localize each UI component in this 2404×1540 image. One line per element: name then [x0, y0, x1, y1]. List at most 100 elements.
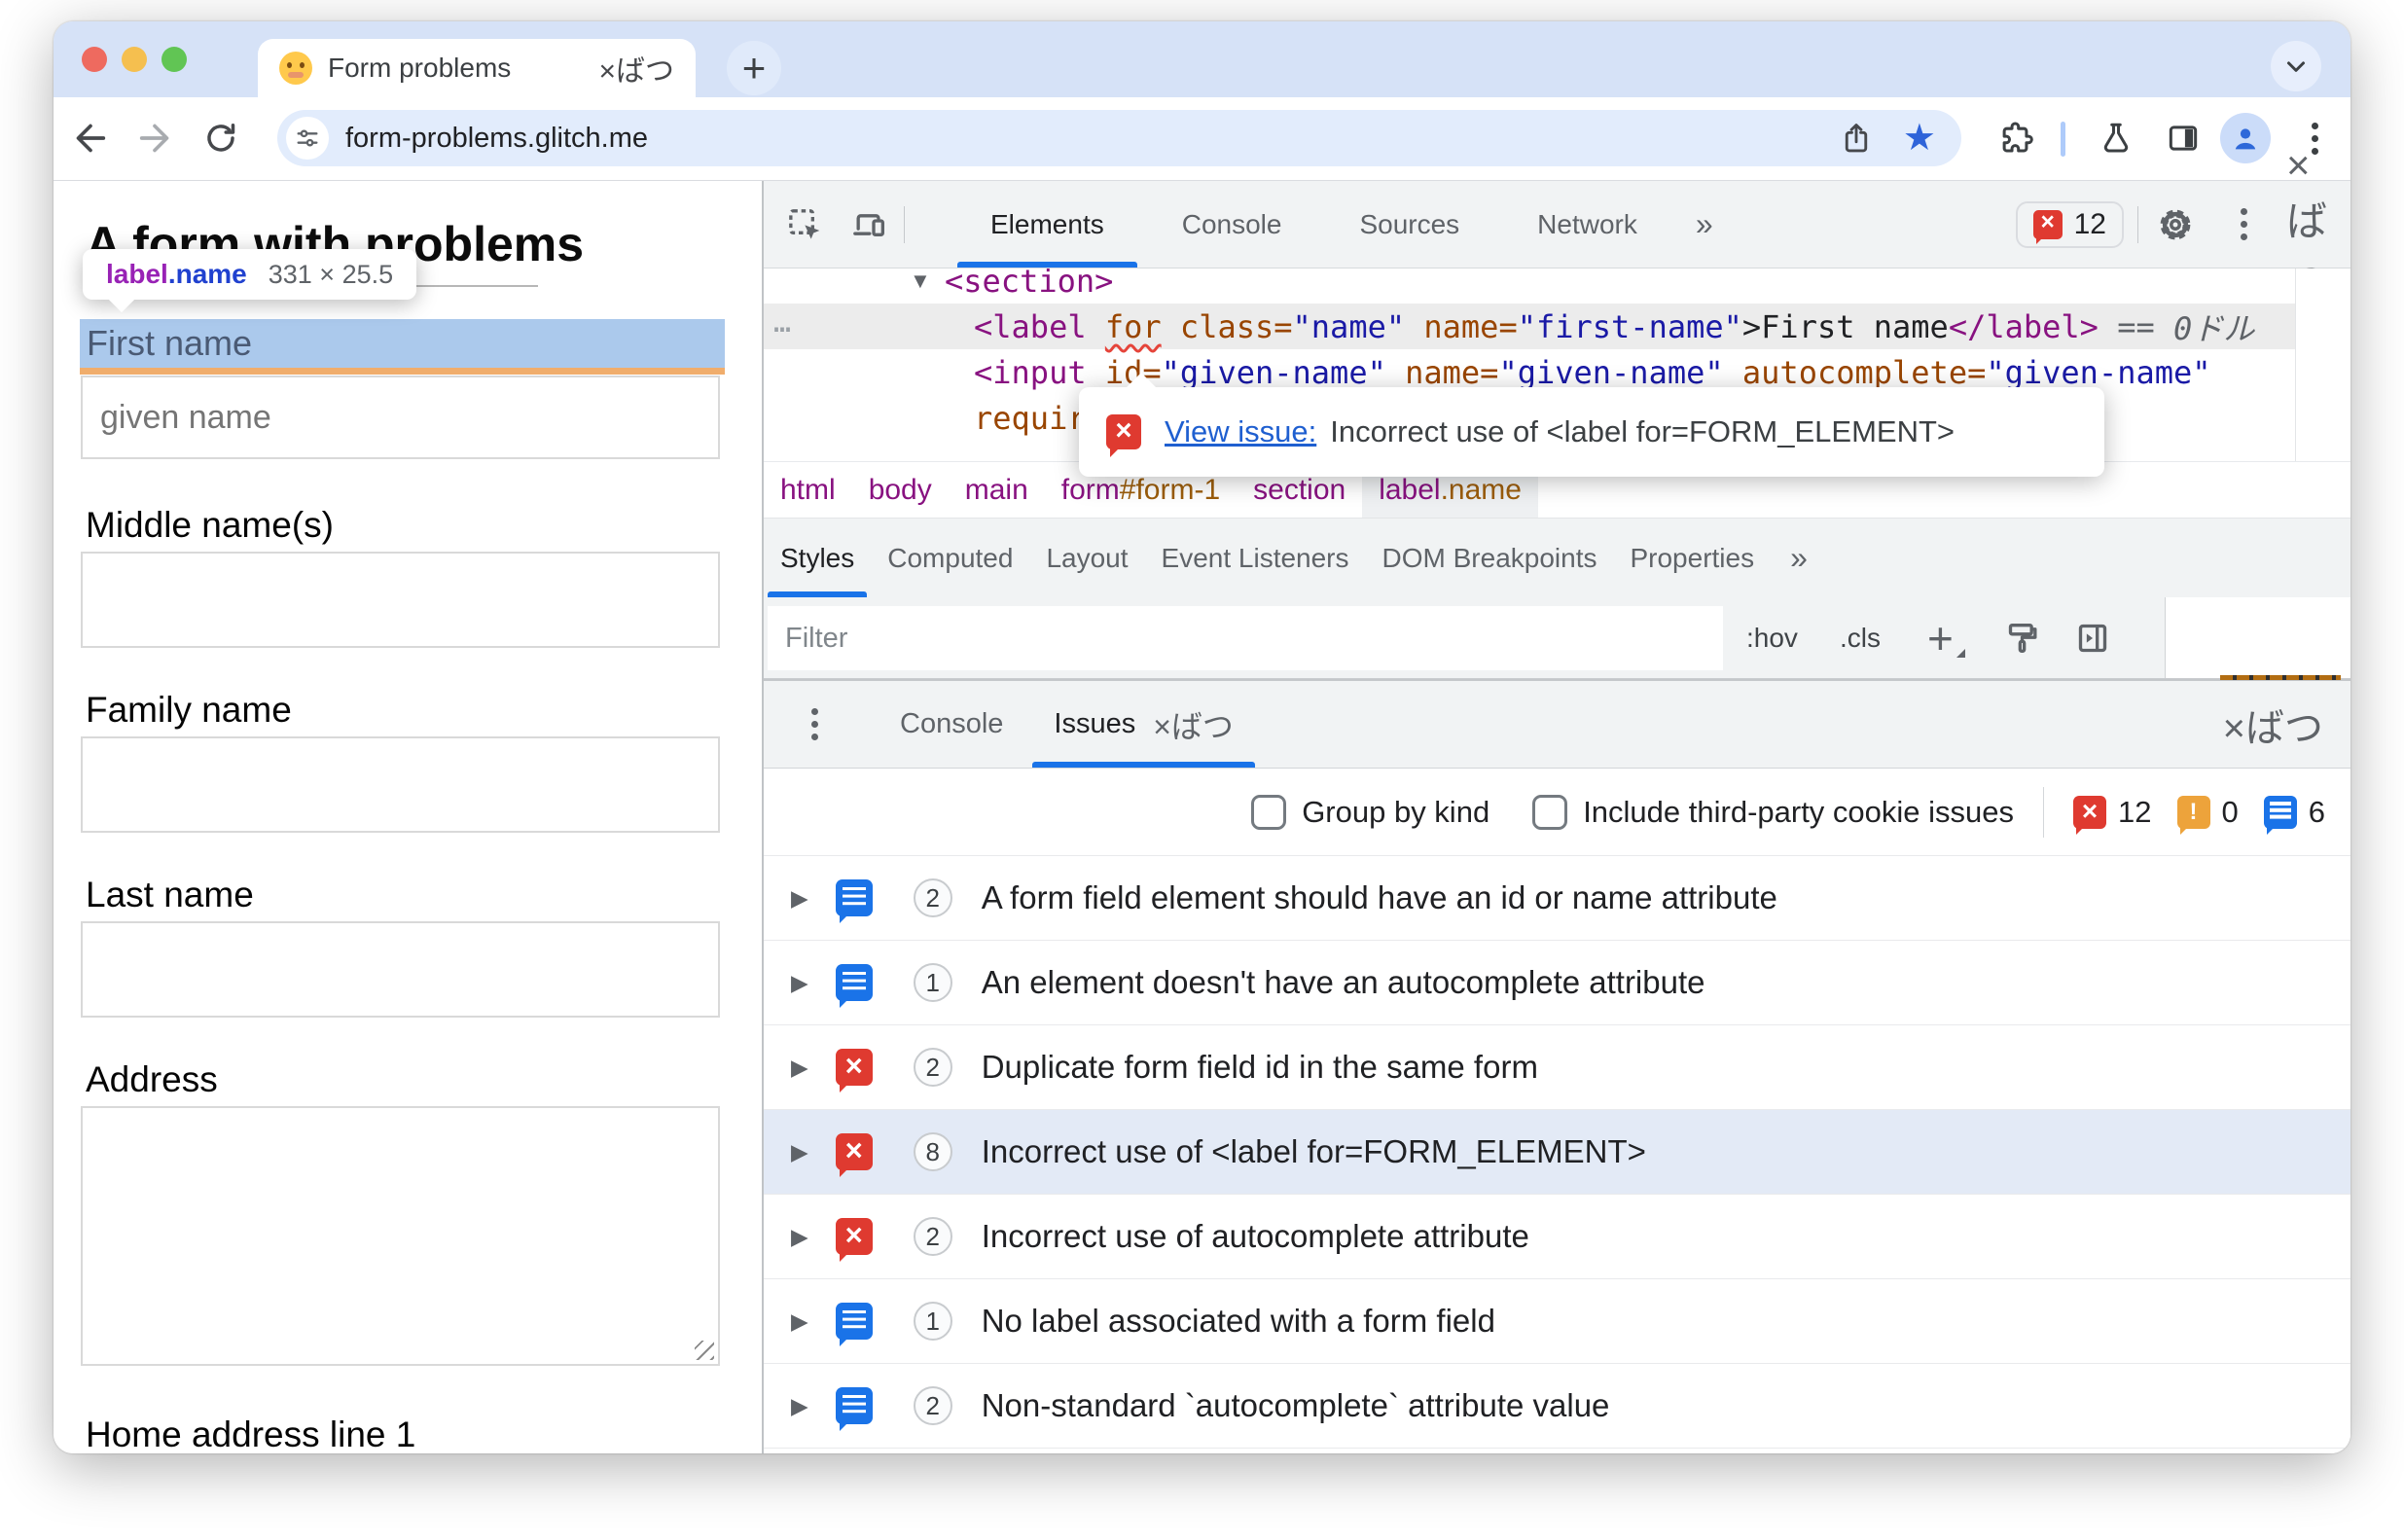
side-panel-icon[interactable] [2164, 119, 2203, 158]
issue-row[interactable]: ▶ 1 An element doesn't have an autocompl… [764, 941, 2350, 1025]
rendering-brush-icon[interactable] [2001, 617, 2044, 660]
info-bubble-icon [835, 964, 873, 1009]
issues-toolbar: Group by kind Include third-party cookie… [764, 769, 2350, 856]
issue-row[interactable]: ▶ 2 A form field element should have an … [764, 856, 2350, 941]
orange-dashed-indicator [2220, 675, 2341, 680]
tab-elements[interactable]: Elements [951, 181, 1143, 268]
devtools-toolbar: Elements Console Sources Network » 12 ×ば… [764, 142, 2350, 304]
flask-icon[interactable] [2097, 119, 2135, 158]
error-bubble-icon [835, 1218, 873, 1263]
breadcrumb-main[interactable]: main [949, 462, 1045, 518]
new-tab-button[interactable]: + [727, 41, 781, 95]
bookmark-star-icon[interactable]: ★ [1903, 120, 1936, 157]
screenshot-root: Form problems ×ばつ + form-problems.glitch… [0, 0, 2404, 1540]
error-bubble-icon [2073, 795, 2107, 836]
settings-gear-icon[interactable] [2154, 203, 2197, 246]
toggle-class-button[interactable]: .cls [1840, 597, 1881, 679]
tab-event-listeners[interactable]: Event Listeners [1145, 519, 1366, 597]
info-bubble-icon [835, 879, 873, 924]
textarea-resize-grip[interactable] [695, 1341, 714, 1360]
tab-computed[interactable]: Computed [871, 519, 1029, 597]
back-button[interactable] [71, 119, 110, 158]
expand-caret-icon[interactable]: ▶ [791, 1224, 808, 1250]
browser-tab[interactable]: Form problems ×ばつ [258, 39, 696, 97]
site-settings-icon[interactable] [286, 117, 329, 160]
reload-button[interactable] [201, 119, 240, 158]
tab-close-icon[interactable]: ×ばつ [598, 47, 674, 90]
group-by-kind-checkbox[interactable] [1251, 794, 1287, 830]
profile-avatar[interactable] [2220, 113, 2271, 163]
tab-layout[interactable]: Layout [1029, 519, 1144, 597]
extensions-icon[interactable] [1996, 119, 2035, 158]
tab-sources[interactable]: Sources [1320, 181, 1498, 268]
issue-row[interactable]: ▶ 1 No label associated with a form fiel… [764, 1279, 2350, 1364]
tab-console[interactable]: Console [1143, 181, 1321, 268]
browser-window: Form problems ×ばつ + form-problems.glitch… [54, 21, 2350, 1453]
node-menu-ellipsis-icon[interactable]: … [773, 305, 793, 340]
toggle-hover-state-button[interactable]: :hov [1746, 597, 1798, 679]
expand-caret-icon[interactable]: ▶ [791, 1308, 808, 1335]
styles-filter-input[interactable] [768, 606, 1723, 670]
styles-filter-bar: :hov .cls + [764, 597, 2350, 680]
expand-caret-icon[interactable]: ▶ [791, 1139, 808, 1165]
more-tabs-icon[interactable]: » [1676, 181, 1733, 268]
forward-button[interactable] [135, 119, 174, 158]
expand-caret-icon[interactable]: ▶ [791, 885, 808, 912]
expand-caret-icon[interactable]: ▶ [791, 1055, 808, 1081]
expand-caret-icon[interactable]: ▶ [791, 970, 808, 996]
web-page: A form with problems First name Middle n… [54, 181, 762, 1453]
dom-node-label-selected[interactable]: … <label for class= "name" name= "first-nam… [764, 304, 2350, 349]
devtools-tabs: Elements Console Sources Network » [951, 181, 1733, 268]
device-toolbar-icon[interactable] [847, 203, 890, 246]
issue-row[interactable]: ▶ 2 Duplicate form field id in the same … [764, 1025, 2350, 1110]
for-attribute-with-issue[interactable]: for [1105, 308, 1162, 345]
minimize-window-button[interactable] [122, 47, 147, 72]
elements-scrollbar-gutter[interactable] [2295, 269, 2350, 461]
close-window-button[interactable] [82, 47, 107, 72]
share-icon[interactable] [1839, 121, 1874, 156]
view-issue-link[interactable]: View issue: [1165, 414, 1316, 449]
middle-name-input[interactable] [81, 552, 720, 648]
toolbar-divider [2061, 122, 2065, 157]
tab-dom-breakpoints[interactable]: DOM Breakpoints [1366, 519, 1614, 597]
drawer-tab-console[interactable]: Console [875, 681, 1028, 768]
breadcrumb-html[interactable]: html [764, 462, 852, 518]
tab-strip: Form problems ×ばつ + [54, 21, 2350, 97]
first-name-input[interactable] [81, 376, 720, 459]
window-content: A form with problems First name Middle n… [54, 142, 2350, 1453]
expand-caret-icon[interactable]: ▶ [791, 1393, 808, 1419]
address-bar[interactable]: form-problems.glitch.me ★ [277, 110, 1961, 166]
issue-row[interactable]: ▶ 2 Incorrect use of autocomplete attrib… [764, 1195, 2350, 1279]
close-issues-tab-icon[interactable]: ×ばつ [1153, 702, 1234, 747]
address-textarea[interactable] [81, 1106, 720, 1366]
issues-counter-button[interactable]: 12 [2015, 200, 2124, 248]
form-label-family-name: Family name [86, 690, 292, 730]
more-sidebar-tabs-icon[interactable]: » [1771, 519, 1827, 597]
devtools-close-icon[interactable]: ×ばつ [2286, 142, 2329, 304]
new-style-rule-button[interactable]: + [1927, 597, 1965, 679]
devtools-menu-kebab-icon[interactable] [2222, 203, 2265, 246]
issue-row-selected[interactable]: ▶ 8 Incorrect use of <label for=FORM_ELE… [764, 1110, 2350, 1195]
drawer-close-icon[interactable]: ×ばつ [2223, 697, 2323, 753]
tab-properties[interactable]: Properties [1613, 519, 1771, 597]
view-issue-tooltip: View issue: Incorrect use of <label for=… [1079, 387, 2104, 477]
tab-network[interactable]: Network [1498, 181, 1676, 268]
drawer-menu-kebab-icon[interactable] [793, 703, 836, 746]
inspect-element-icon[interactable] [783, 203, 826, 246]
url-text[interactable]: form-problems.glitch.me [345, 123, 1839, 155]
drawer-tab-issues[interactable]: Issues ×ばつ [1028, 681, 1259, 768]
maximize-window-button[interactable] [161, 47, 187, 72]
last-name-input[interactable] [81, 921, 720, 1018]
dom-node-section[interactable]: ▼ <section> [764, 269, 2350, 304]
issue-row[interactable]: ▶ 2 Non-standard `autocomplete` attribut… [764, 1364, 2350, 1449]
tab-title: Form problems [328, 53, 512, 83]
form-label-home-address: Home address line 1 [86, 1415, 416, 1453]
third-party-cookie-checkbox[interactable] [1532, 794, 1568, 830]
computed-panel-toggle-icon[interactable] [2071, 617, 2114, 660]
form-label-middle-name: Middle name(s) [86, 505, 334, 545]
tab-styles[interactable]: Styles [764, 519, 871, 597]
breadcrumb-body[interactable]: body [852, 462, 949, 518]
tab-search-chevron-icon[interactable] [2271, 41, 2321, 91]
expand-caret-icon[interactable]: ▼ [910, 269, 945, 294]
family-name-input[interactable] [81, 736, 720, 833]
